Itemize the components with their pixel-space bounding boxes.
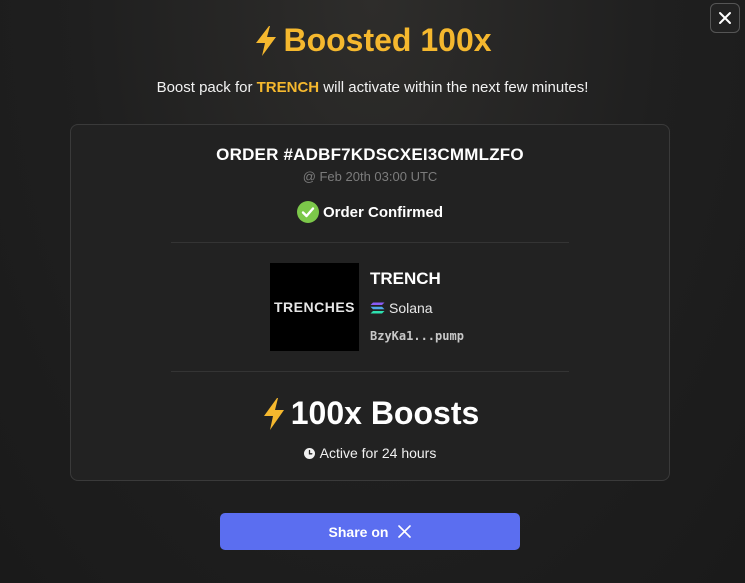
order-status-text: Order Confirmed <box>322 203 443 221</box>
token-name: TRENCH <box>370 269 441 288</box>
solana-icon <box>370 302 385 314</box>
token-chain: Solana <box>370 300 433 316</box>
clock-icon <box>303 447 315 459</box>
boost-amount-text: 100x Boosts <box>290 395 480 431</box>
lightning-icon <box>263 397 284 430</box>
share-button-label: Share on <box>328 523 389 540</box>
order-date: @ Feb 20th 03:00 UTC <box>302 169 438 184</box>
subtitle-prefix: Boost pack for <box>156 79 253 96</box>
divider <box>171 242 569 243</box>
lightning-icon <box>256 25 277 56</box>
boost-duration-text: Active for 24 hours <box>319 445 437 461</box>
token-image: TRENCHES <box>270 263 359 351</box>
subtitle: Boost pack for TRENCH will activate with… <box>0 79 745 96</box>
order-id: ORDER #ADBF7KDSCXEI3CMMLZFO <box>216 145 524 164</box>
page-title: Boosted 100x <box>0 22 745 59</box>
order-status: Order Confirmed <box>71 201 669 223</box>
title-text: Boosted 100x <box>283 22 492 58</box>
token-address: BzyKa1...pump <box>370 329 464 343</box>
order-card: ORDER #ADBF7KDSCXEI3CMMLZFO @ Feb 20th 0… <box>70 124 670 481</box>
subtitle-suffix: will activate within the next few minute… <box>323 79 589 96</box>
x-logo-icon <box>398 525 412 538</box>
check-circle-icon <box>296 201 319 223</box>
boost-amount: 100x Boosts <box>71 395 669 432</box>
token-chain-label: Solana <box>389 300 433 316</box>
share-on-x-button[interactable]: Share on <box>220 513 520 550</box>
subtitle-token: TRENCH <box>256 79 320 96</box>
token-image-text: TRENCHES <box>273 299 355 315</box>
divider <box>171 371 569 372</box>
boost-duration: Active for 24 hours <box>71 445 669 461</box>
